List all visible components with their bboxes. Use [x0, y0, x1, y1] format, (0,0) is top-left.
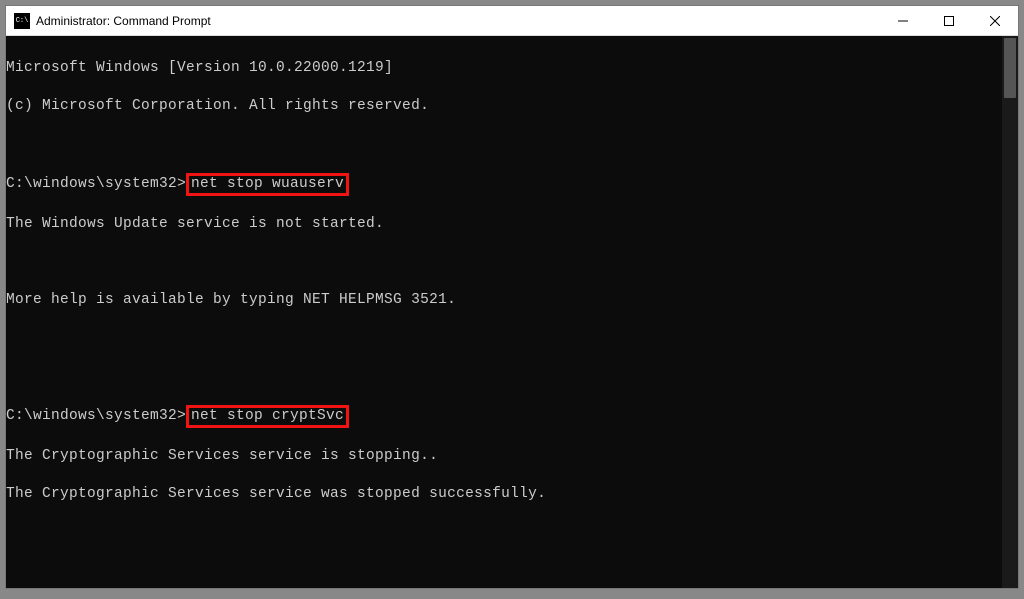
prompt: C:\windows\system32> — [6, 408, 186, 424]
minimize-icon — [898, 16, 908, 26]
command-prompt-window: Administrator: Command Prompt Microsoft … — [5, 5, 1019, 589]
blank-line — [6, 135, 1002, 154]
close-button[interactable] — [972, 6, 1018, 35]
blank-line — [6, 253, 1002, 272]
maximize-icon — [944, 16, 954, 26]
minimize-button[interactable] — [880, 6, 926, 35]
blank-line — [6, 561, 1002, 580]
command-line-1: C:\windows\system32>net stop wuauserv — [6, 173, 1002, 196]
copyright-line: (c) Microsoft Corporation. All rights re… — [6, 97, 1002, 116]
window-title: Administrator: Command Prompt — [36, 14, 880, 28]
titlebar[interactable]: Administrator: Command Prompt — [6, 6, 1018, 36]
output-line: The Windows Update service is not starte… — [6, 215, 1002, 234]
help-line: More help is available by typing NET HEL… — [6, 291, 1002, 310]
blank-line — [6, 523, 1002, 542]
window-controls — [880, 6, 1018, 35]
terminal-area: Microsoft Windows [Version 10.0.22000.12… — [6, 36, 1018, 588]
highlighted-command-cryptsvc: net stop cryptSvc — [186, 405, 349, 428]
output-line: The Cryptographic Services service was s… — [6, 485, 1002, 504]
highlighted-command-wuauserv: net stop wuauserv — [186, 173, 349, 196]
command-line-2: C:\windows\system32>net stop cryptSvc — [6, 405, 1002, 428]
maximize-button[interactable] — [926, 6, 972, 35]
scrollbar[interactable] — [1002, 36, 1018, 588]
close-icon — [990, 16, 1000, 26]
version-line: Microsoft Windows [Version 10.0.22000.12… — [6, 59, 1002, 78]
terminal-content[interactable]: Microsoft Windows [Version 10.0.22000.12… — [6, 36, 1002, 588]
scroll-thumb[interactable] — [1004, 38, 1016, 98]
prompt: C:\windows\system32> — [6, 176, 186, 192]
output-line: The Cryptographic Services service is st… — [6, 447, 1002, 466]
blank-line — [6, 329, 1002, 348]
blank-line — [6, 367, 1002, 386]
cmd-icon — [14, 13, 30, 29]
